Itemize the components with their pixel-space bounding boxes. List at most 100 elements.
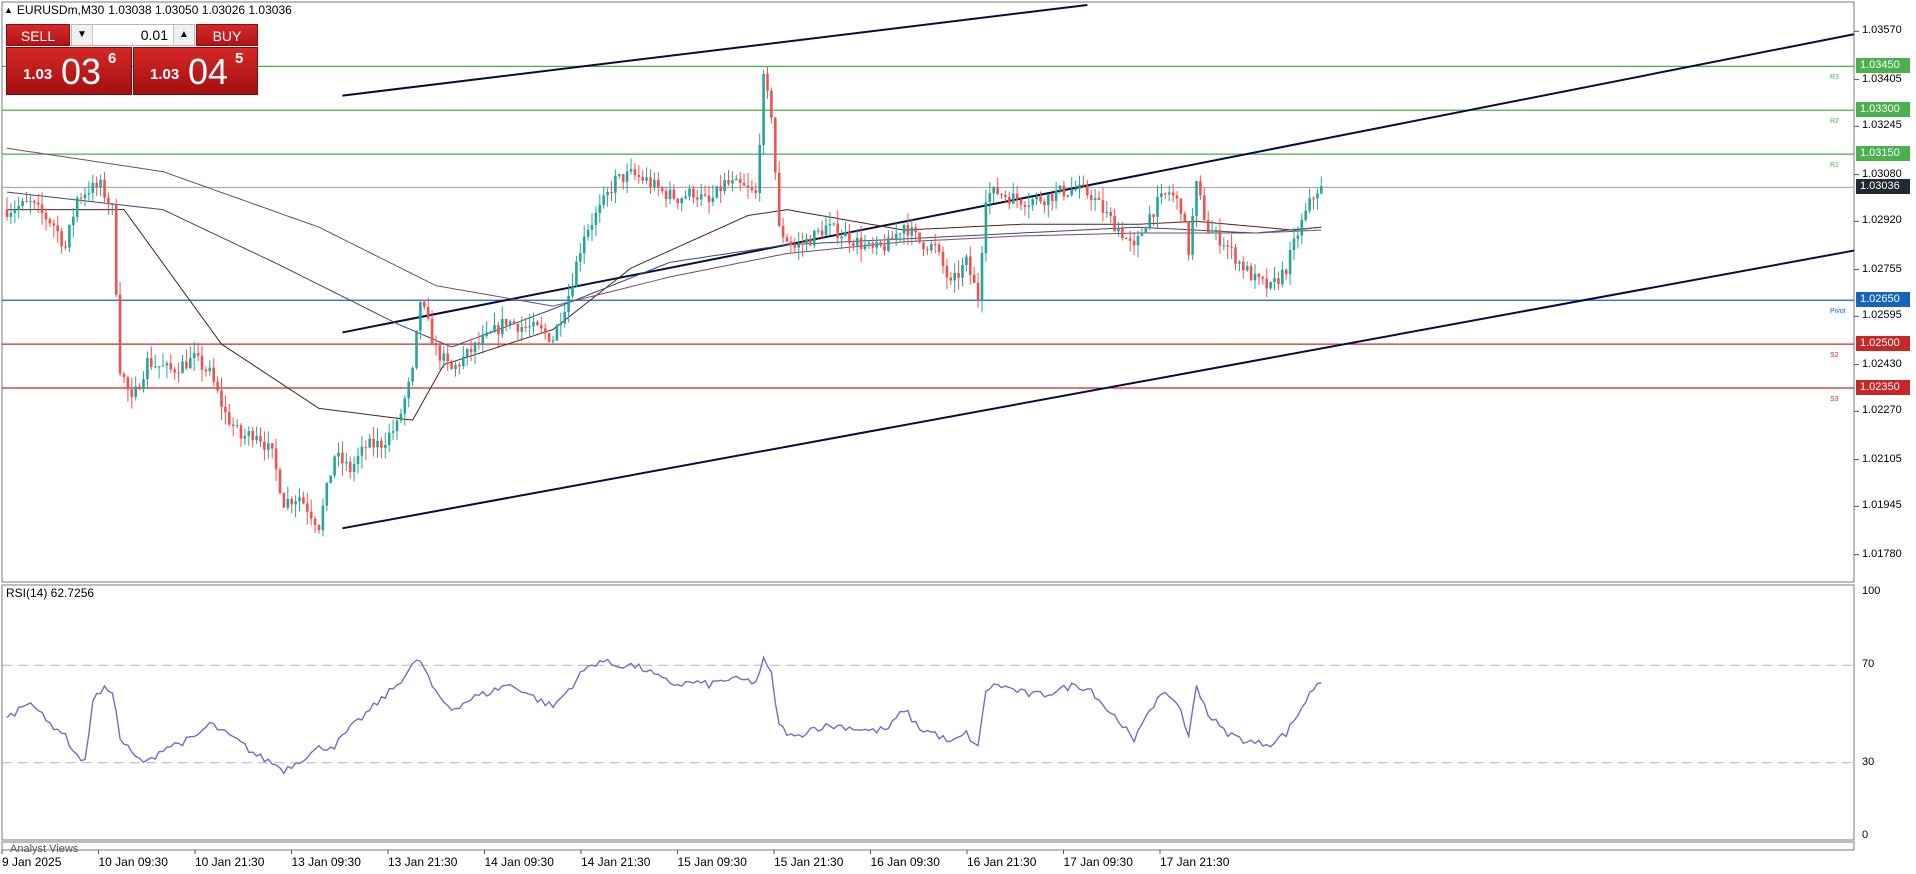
sell-button[interactable]: SELL xyxy=(6,24,70,46)
candle-body xyxy=(17,206,20,211)
candle-body xyxy=(259,436,262,442)
candle-body xyxy=(473,342,477,353)
candle-body xyxy=(415,330,418,368)
candle-body xyxy=(142,379,145,390)
candle-body xyxy=(980,253,984,301)
candle-body xyxy=(1167,192,1171,195)
candle-body xyxy=(575,261,578,287)
candle-body xyxy=(777,172,781,227)
time-tick-label: 17 Jan 21:30 xyxy=(1160,855,1230,869)
candle-body xyxy=(762,74,765,145)
candle-body xyxy=(1070,189,1073,195)
candle-body xyxy=(715,186,719,198)
candle-body xyxy=(399,413,403,421)
candle-body xyxy=(1277,278,1280,284)
candle-body xyxy=(1179,198,1183,214)
candle-body xyxy=(1148,214,1151,228)
candle-body xyxy=(107,197,110,205)
candle-body xyxy=(898,233,902,235)
candle-body xyxy=(1019,199,1023,205)
candle-body xyxy=(1082,184,1085,186)
time-tick-label: 16 Jan 21:30 xyxy=(967,855,1037,869)
candle-body xyxy=(1023,204,1027,207)
level-tag-r3: R3 xyxy=(1830,74,1839,82)
candle-body xyxy=(387,432,391,445)
candle-body xyxy=(345,461,348,464)
candle-body xyxy=(1257,273,1261,278)
candle-body xyxy=(1269,281,1272,289)
candle-body xyxy=(1000,194,1003,196)
candle-body xyxy=(450,361,453,370)
candle-body xyxy=(1230,246,1233,248)
lot-decrease-icon[interactable]: ▼ xyxy=(72,25,93,45)
candle-body xyxy=(83,194,87,199)
candle-body xyxy=(1031,199,1034,206)
candle-body xyxy=(485,332,488,336)
candle-body xyxy=(481,335,485,345)
candle-body xyxy=(364,446,368,448)
candle-body xyxy=(1261,277,1265,279)
one-click-trading-panel: SELL ▼ 0.01 ▲ BUY 1.03 03 6 1.03 04 5 xyxy=(6,24,258,96)
rsi-line xyxy=(6,655,1322,775)
candle-body xyxy=(454,364,457,370)
candle-body xyxy=(871,242,875,248)
candle-body xyxy=(122,373,126,378)
chart-canvas[interactable] xyxy=(0,0,1916,874)
candle-body xyxy=(859,237,863,250)
analyst-pane-border xyxy=(1,841,1855,851)
candle-body xyxy=(1035,196,1038,200)
candle-body xyxy=(501,318,504,335)
buy-button[interactable]: BUY xyxy=(196,24,258,46)
candle-body xyxy=(235,425,239,427)
candle-body xyxy=(559,323,563,326)
candle-body xyxy=(302,497,305,504)
candle-body xyxy=(793,245,797,248)
time-tick-label: 10 Jan 09:30 xyxy=(98,855,168,869)
analyst-views-label[interactable]: Analyst Views xyxy=(10,843,78,855)
candle-body xyxy=(555,325,559,341)
lot-increase-icon[interactable]: ▲ xyxy=(173,25,194,45)
candle-body xyxy=(1273,278,1276,282)
candle-body xyxy=(774,117,777,173)
candle-body xyxy=(294,501,297,505)
time-tick-label: 16 Jan 09:30 xyxy=(870,855,940,869)
candle-body xyxy=(130,389,134,397)
candle-body xyxy=(692,188,695,198)
buy-quote[interactable]: 1.03 04 5 xyxy=(133,47,258,95)
level-badge-pivot: 1.02650 xyxy=(1856,292,1910,308)
candle-body xyxy=(731,180,734,184)
chart-frame xyxy=(1,1,1855,851)
candle-body xyxy=(668,189,672,200)
candle-body xyxy=(48,219,52,224)
candle-body xyxy=(196,353,200,356)
candle-body xyxy=(419,301,422,331)
sell-quote[interactable]: 1.03 03 6 xyxy=(6,47,132,95)
candle-body xyxy=(540,325,543,329)
collapse-triangle-icon[interactable]: ▲ xyxy=(4,5,13,15)
candle-body xyxy=(781,226,785,238)
level-tag-r2: R2 xyxy=(1830,118,1839,126)
candle-body xyxy=(333,456,336,476)
candle-body xyxy=(1249,266,1253,281)
candle-body xyxy=(384,444,387,448)
lot-input[interactable]: 0.01 xyxy=(94,25,172,45)
candle-body xyxy=(1187,221,1190,255)
candle-body xyxy=(1242,261,1245,271)
rsi-tick-label: 30 xyxy=(1862,755,1875,768)
candle-body xyxy=(961,264,964,278)
candle-body xyxy=(723,180,726,192)
candle-body xyxy=(99,179,102,187)
candle-body xyxy=(754,190,758,194)
candle-body xyxy=(789,241,793,246)
candle-body xyxy=(68,225,71,248)
candle-body xyxy=(150,358,153,367)
level-badge-r1: 1.03150 xyxy=(1856,146,1910,162)
price-tick-label: 1.02755 xyxy=(1862,262,1902,275)
candle-body xyxy=(220,390,223,407)
candle-body xyxy=(887,237,890,251)
candle-body xyxy=(582,236,586,254)
candle-body xyxy=(1245,266,1249,271)
candle-body xyxy=(972,274,976,283)
candle-body xyxy=(1078,184,1081,189)
candle-body xyxy=(278,469,282,494)
